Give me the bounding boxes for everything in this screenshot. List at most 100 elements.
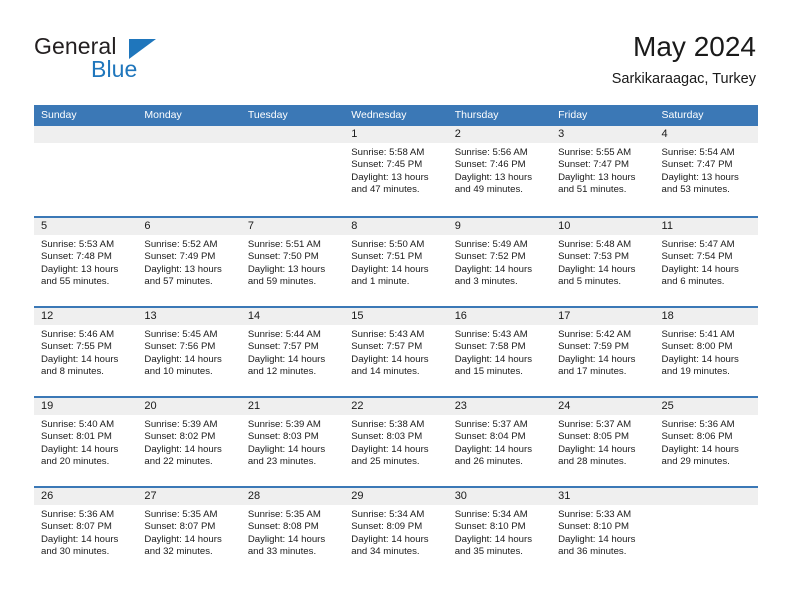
day-number: 20 bbox=[144, 400, 157, 412]
day-details: Sunrise: 5:44 AM Sunset: 7:57 PM Daylight:… bbox=[241, 325, 344, 378]
weekday-header-monday: Monday bbox=[144, 109, 182, 121]
sunrise-text: Sunrise: 5:37 AM bbox=[558, 419, 632, 430]
daylight-text: Daylight: 13 hours and 47 minutes. bbox=[351, 171, 429, 195]
daylight-text: Daylight: 14 hours and 1 minute. bbox=[351, 263, 429, 287]
sunset-text: Sunset: 8:01 PM bbox=[41, 431, 112, 443]
calendar-weeks: 1 Sunrise: 5:58 AM Sunset: 7:45 PM Daylight… bbox=[34, 126, 758, 576]
daylight-text: Daylight: 14 hours and 10 minutes. bbox=[144, 353, 222, 377]
calendar-day-cell[interactable]: 4 Sunrise: 5:54 AM Sunset: 7:47 PM Daylight… bbox=[654, 126, 758, 216]
sunset-text: Sunset: 7:54 PM bbox=[661, 251, 733, 263]
day-number: 15 bbox=[351, 310, 364, 322]
calendar-day-cell[interactable]: 28 Sunrise: 5:35 AM Sunset: 8:08 PM Dayligh… bbox=[240, 488, 345, 576]
daylight-text: Daylight: 14 hours and 26 minutes. bbox=[454, 443, 533, 467]
calendar-day-cell[interactable]: 25 Sunrise: 5:36 AM Sunset: 8:06 PM Dayligh… bbox=[654, 398, 758, 486]
day-number: 8 bbox=[351, 220, 358, 232]
sunset-text: Sunset: 7:52 PM bbox=[454, 251, 526, 263]
calendar-day-cell[interactable]: 9 Sunrise: 5:49 AM Sunset: 7:52 PM Daylight… bbox=[447, 218, 552, 306]
calendar-week-row: 1 Sunrise: 5:58 AM Sunset: 7:45 PM Daylight… bbox=[34, 126, 758, 216]
calendar-day-cell[interactable]: 23 Sunrise: 5:37 AM Sunset: 8:04 PM Dayligh… bbox=[447, 398, 552, 486]
calendar-day-cell[interactable]: 6 Sunrise: 5:52 AM Sunset: 7:49 PM Daylight… bbox=[137, 218, 241, 306]
daylight-text: Daylight: 14 hours and 5 minutes. bbox=[558, 263, 636, 287]
day-number-band: 13 bbox=[137, 308, 241, 325]
sunrise-text: Sunrise: 5:36 AM bbox=[41, 509, 115, 520]
calendar-day-cell[interactable]: 29 Sunrise: 5:34 AM Sunset: 8:09 PM Dayligh… bbox=[344, 488, 448, 576]
calendar-day-cell-empty bbox=[137, 126, 241, 216]
day-number: 9 bbox=[454, 220, 461, 232]
day-details: Sunrise: 5:53 AM Sunset: 7:48 PM Daylight:… bbox=[34, 235, 137, 288]
day-number: 1 bbox=[351, 128, 358, 140]
sunset-text: Sunset: 7:51 PM bbox=[351, 251, 423, 263]
calendar-day-cell[interactable]: 14 Sunrise: 5:44 AM Sunset: 7:57 PM Dayligh… bbox=[240, 308, 345, 396]
day-details: Sunrise: 5:47 AM Sunset: 7:54 PM Daylight:… bbox=[655, 235, 758, 288]
sunrise-text: Sunrise: 5:44 AM bbox=[247, 329, 321, 340]
calendar-day-cell[interactable]: 13 Sunrise: 5:45 AM Sunset: 7:56 PM Dayligh… bbox=[137, 308, 241, 396]
calendar-day-cell[interactable]: 3 Sunrise: 5:55 AM Sunset: 7:47 PM Daylight… bbox=[551, 126, 655, 216]
day-number: 3 bbox=[558, 128, 565, 140]
calendar-day-cell[interactable]: 27 Sunrise: 5:35 AM Sunset: 8:07 PM Dayligh… bbox=[137, 488, 241, 576]
sunset-text: Sunset: 7:47 PM bbox=[661, 159, 733, 171]
page-title: May 2024 bbox=[633, 31, 756, 62]
day-number-band: 28 bbox=[240, 488, 345, 505]
day-number: 4 bbox=[661, 128, 668, 140]
calendar-day-cell[interactable]: 5 Sunrise: 5:53 AM Sunset: 7:48 PM Daylight… bbox=[34, 218, 138, 306]
calendar-day-cell[interactable]: 8 Sunrise: 5:50 AM Sunset: 7:51 PM Daylight… bbox=[344, 218, 448, 306]
daylight-text: Daylight: 14 hours and 29 minutes. bbox=[661, 443, 739, 467]
calendar-week-row: 5 Sunrise: 5:53 AM Sunset: 7:48 PM Daylight… bbox=[34, 216, 758, 306]
day-number: 11 bbox=[661, 220, 673, 232]
calendar-week-row: 12 Sunrise: 5:46 AM Sunset: 7:55 PM Dayligh… bbox=[34, 306, 758, 396]
calendar-day-cell[interactable]: 15 Sunrise: 5:43 AM Sunset: 7:57 PM Dayligh… bbox=[344, 308, 448, 396]
sunrise-text: Sunrise: 5:46 AM bbox=[41, 329, 115, 340]
calendar-day-cell[interactable]: 20 Sunrise: 5:39 AM Sunset: 8:02 PM Dayligh… bbox=[137, 398, 241, 486]
calendar-day-cell[interactable]: 26 Sunrise: 5:36 AM Sunset: 8:07 PM Dayligh… bbox=[34, 488, 138, 576]
sunset-text: Sunset: 7:48 PM bbox=[41, 251, 112, 263]
calendar-day-cell[interactable]: 31 Sunrise: 5:33 AM Sunset: 8:10 PM Dayligh… bbox=[551, 488, 655, 576]
sunset-text: Sunset: 8:00 PM bbox=[661, 341, 733, 353]
sunset-text: Sunset: 7:57 PM bbox=[247, 341, 319, 353]
day-number-band: 19 bbox=[34, 398, 138, 415]
daylight-text: Daylight: 14 hours and 14 minutes. bbox=[351, 353, 429, 377]
calendar-day-cell[interactable]: 21 Sunrise: 5:39 AM Sunset: 8:03 PM Dayligh… bbox=[240, 398, 345, 486]
day-details: Sunrise: 5:56 AM Sunset: 7:46 PM Daylight:… bbox=[448, 143, 551, 196]
day-number-band: 30 bbox=[447, 488, 552, 505]
calendar-day-cell[interactable]: 18 Sunrise: 5:41 AM Sunset: 8:00 PM Dayligh… bbox=[654, 308, 758, 396]
sunset-text: Sunset: 8:07 PM bbox=[144, 521, 216, 533]
calendar-day-cell[interactable]: 12 Sunrise: 5:46 AM Sunset: 7:55 PM Dayligh… bbox=[34, 308, 138, 396]
calendar-week-row: 26 Sunrise: 5:36 AM Sunset: 8:07 PM Dayligh… bbox=[34, 486, 758, 576]
sunset-text: Sunset: 7:55 PM bbox=[41, 341, 112, 353]
daylight-text: Daylight: 13 hours and 55 minutes. bbox=[41, 263, 119, 287]
daylight-text: Daylight: 14 hours and 35 minutes. bbox=[454, 533, 533, 557]
day-number: 28 bbox=[247, 490, 261, 502]
calendar-day-cell[interactable]: 16 Sunrise: 5:43 AM Sunset: 7:58 PM Dayligh… bbox=[447, 308, 552, 396]
day-number-band: 25 bbox=[654, 398, 758, 415]
daylight-text: Daylight: 14 hours and 3 minutes. bbox=[454, 263, 533, 287]
daylight-text: Daylight: 14 hours and 6 minutes. bbox=[661, 263, 739, 287]
calendar-day-cell[interactable]: 17 Sunrise: 5:42 AM Sunset: 7:59 PM Dayligh… bbox=[551, 308, 655, 396]
calendar-day-cell[interactable]: 2 Sunrise: 5:56 AM Sunset: 7:46 PM Daylight… bbox=[447, 126, 552, 216]
daylight-text: Daylight: 14 hours and 32 minutes. bbox=[144, 533, 222, 557]
day-number-band: 8 bbox=[344, 218, 448, 235]
sunrise-text: Sunrise: 5:40 AM bbox=[41, 419, 115, 430]
sunrise-text: Sunrise: 5:58 AM bbox=[351, 147, 425, 158]
day-details: Sunrise: 5:37 AM Sunset: 8:04 PM Daylight:… bbox=[448, 415, 551, 468]
calendar-day-cell[interactable]: 1 Sunrise: 5:58 AM Sunset: 7:45 PM Daylight… bbox=[344, 126, 448, 216]
calendar-day-cell[interactable]: 19 Sunrise: 5:40 AM Sunset: 8:01 PM Dayligh… bbox=[34, 398, 138, 486]
daylight-text: Daylight: 13 hours and 57 minutes. bbox=[144, 263, 222, 287]
weekday-header-thursday: Thursday bbox=[454, 109, 499, 121]
calendar-day-cell[interactable]: 10 Sunrise: 5:48 AM Sunset: 7:53 PM Dayligh… bbox=[551, 218, 655, 306]
day-details: Sunrise: 5:35 AM Sunset: 8:07 PM Daylight:… bbox=[137, 505, 240, 558]
sunset-text: Sunset: 7:53 PM bbox=[558, 251, 630, 263]
daylight-text: Daylight: 14 hours and 23 minutes. bbox=[247, 443, 326, 467]
calendar-day-cell[interactable]: 22 Sunrise: 5:38 AM Sunset: 8:03 PM Dayligh… bbox=[344, 398, 448, 486]
calendar-day-cell[interactable]: 11 Sunrise: 5:47 AM Sunset: 7:54 PM Dayligh… bbox=[654, 218, 758, 306]
day-number-band: 27 bbox=[137, 488, 241, 505]
calendar-day-cell[interactable]: 30 Sunrise: 5:34 AM Sunset: 8:10 PM Dayligh… bbox=[447, 488, 552, 576]
sunrise-text: Sunrise: 5:43 AM bbox=[454, 329, 528, 340]
day-details: Sunrise: 5:39 AM Sunset: 8:02 PM Daylight:… bbox=[137, 415, 240, 468]
calendar-page: General Blue May 2024 Sarkikaraagac, Tur… bbox=[0, 0, 792, 612]
day-number-band: 11 bbox=[654, 218, 758, 235]
weekday-header-sunday: Sunday bbox=[41, 109, 77, 121]
sunset-text: Sunset: 7:58 PM bbox=[454, 341, 526, 353]
calendar-day-cell[interactable]: 24 Sunrise: 5:37 AM Sunset: 8:05 PM Dayligh… bbox=[551, 398, 655, 486]
calendar-day-cell[interactable]: 7 Sunrise: 5:51 AM Sunset: 7:50 PM Daylight… bbox=[240, 218, 345, 306]
sunset-text: Sunset: 8:09 PM bbox=[351, 521, 423, 533]
